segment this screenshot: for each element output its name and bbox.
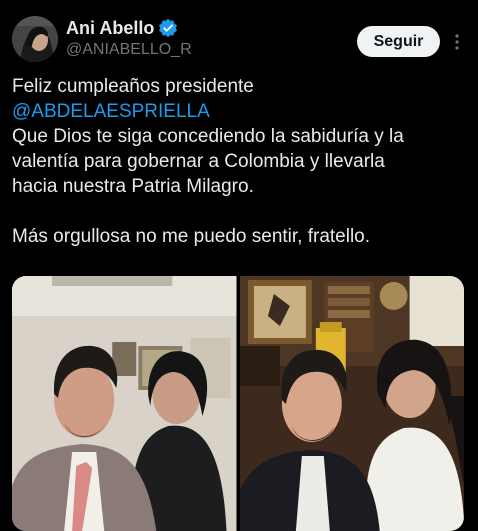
- avatar-photo-icon: [12, 16, 58, 62]
- tweet-line: Feliz cumpleaños presidente: [12, 76, 254, 97]
- display-name[interactable]: Ani Abello: [66, 18, 154, 39]
- avatar[interactable]: [12, 16, 58, 62]
- media-grid: [12, 276, 464, 531]
- tweet-line: hacia nuestra Patria Milagro.: [12, 176, 254, 197]
- follow-button[interactable]: Seguir: [357, 26, 440, 57]
- user-handle[interactable]: @ANIABELLO_R: [66, 41, 192, 59]
- tweet-line: Que Dios te siga concediendo la sabidurí…: [12, 126, 404, 147]
- tweet-line: Más orgullosa no me puedo sentir, fratel…: [12, 226, 371, 247]
- tweet: Ani Abello @ANIABELLO_R Seguir Feliz cum…: [0, 0, 478, 531]
- mention-link[interactable]: @ABDELAESPRIELLA: [12, 99, 472, 124]
- photo-1[interactable]: [12, 276, 237, 531]
- author-info: Ani Abello @ANIABELLO_R: [66, 17, 192, 59]
- verified-badge-icon: [158, 18, 178, 38]
- photo-2[interactable]: [239, 276, 464, 531]
- photo-selfie-office-wood-icon: [239, 276, 464, 531]
- tweet-text: Feliz cumpleaños presidente @ABDELAESPRI…: [12, 74, 472, 249]
- tweet-line: valentía para gobernar a Colombia y llev…: [12, 151, 385, 172]
- more-options-icon[interactable]: [446, 28, 468, 56]
- photo-selfie-office-light-icon: [12, 276, 237, 531]
- name-row: Ani Abello: [66, 17, 192, 39]
